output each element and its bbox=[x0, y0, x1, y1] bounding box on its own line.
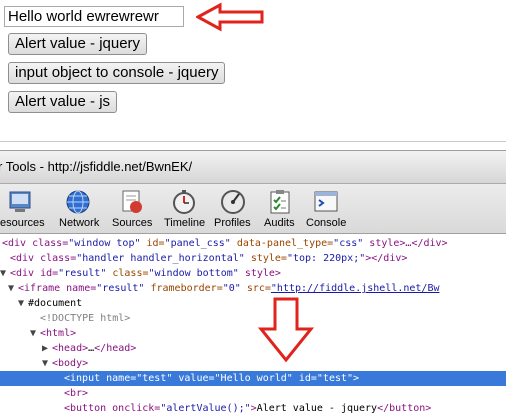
timeline-stopwatch-icon bbox=[173, 190, 195, 214]
attr-name: id= bbox=[292, 373, 317, 384]
attr-value: "result" bbox=[58, 268, 107, 279]
dom-node[interactable]: ▶ <head>…</head> bbox=[0, 341, 506, 356]
attr-name: data-panel_type= bbox=[230, 238, 334, 249]
tag-close: ></div> bbox=[365, 253, 408, 264]
tag-close: style>…</div> bbox=[363, 238, 448, 249]
network-globe-icon bbox=[66, 190, 90, 214]
collapse-triangle-icon[interactable]: ▼ bbox=[30, 326, 40, 341]
body-tag: <body> bbox=[52, 358, 89, 369]
audits-tab-label: Audits bbox=[264, 217, 295, 229]
input-object-console-jquery-button[interactable]: input object to console - jquery bbox=[8, 62, 226, 84]
test-text-input[interactable] bbox=[4, 6, 184, 27]
collapse-triangle-icon[interactable]: ▼ bbox=[18, 296, 28, 311]
attr-value: "Hello world" bbox=[214, 373, 293, 384]
devtools-toolbar: esources Network Sources Timeline Profil… bbox=[0, 184, 506, 234]
tag-close: > bbox=[353, 373, 360, 384]
dom-node[interactable]: ▼ <html> bbox=[0, 326, 506, 341]
collapse-triangle-icon[interactable]: ▼ bbox=[0, 266, 10, 281]
profiles-gauge-icon bbox=[221, 190, 245, 214]
dom-node[interactable]: ▼ <body> bbox=[0, 356, 506, 371]
button-text-node: Alert value - jquery bbox=[256, 403, 378, 414]
tag-close: style> bbox=[238, 268, 281, 279]
sources-icon bbox=[122, 190, 142, 213]
head-tag-close: </head> bbox=[94, 343, 137, 354]
resources-tab[interactable]: esources bbox=[0, 186, 46, 230]
dom-node[interactable]: <button onclick="alertValue();">Alert va… bbox=[0, 401, 506, 416]
alert-value-jquery-button[interactable]: Alert value - jquery bbox=[8, 33, 148, 55]
attr-value: "panel_css" bbox=[164, 238, 231, 249]
collapse-triangle-icon[interactable]: ▼ bbox=[8, 281, 18, 296]
dom-node[interactable]: <!DOCTYPE html> bbox=[0, 311, 506, 326]
attr-value: "window top" bbox=[68, 238, 141, 249]
iframe-src-link[interactable]: "http://fiddle.jshell.net/Bw bbox=[271, 283, 440, 294]
dom-node[interactable]: <br> bbox=[0, 386, 506, 401]
attr-value: "handler handler_horizontal" bbox=[76, 253, 245, 264]
attr-value: "window bottom" bbox=[148, 268, 239, 279]
attr-name: value= bbox=[172, 373, 215, 384]
sources-tab[interactable]: Sources bbox=[110, 186, 154, 230]
attr-value: "top: 220px;" bbox=[286, 253, 366, 264]
attr-value: "0" bbox=[222, 283, 241, 294]
console-tab-label: Console bbox=[306, 217, 347, 229]
head-tag-open: <head> bbox=[52, 343, 89, 354]
console-prompt-icon bbox=[314, 191, 338, 212]
timeline-tab-label: Timeline bbox=[164, 217, 206, 229]
attr-value: "alertValue();" bbox=[160, 403, 251, 414]
dom-node[interactable]: ▼ <div id="result" class="window bottom" … bbox=[0, 266, 506, 281]
network-tab[interactable]: Network bbox=[56, 186, 102, 230]
audits-tab[interactable]: Audits bbox=[262, 186, 298, 230]
red-left-arrow-icon bbox=[196, 2, 264, 32]
result-page: Alert value - jquery input object to con… bbox=[0, 0, 506, 150]
devtools-title: r Tools - http://jsfiddle.net/BwnEK/ bbox=[0, 159, 193, 174]
br-tag: <br> bbox=[64, 388, 89, 399]
doctype-node: <!DOCTYPE html> bbox=[40, 313, 131, 324]
resources-tab-label: esources bbox=[0, 217, 45, 229]
resources-icon bbox=[9, 191, 31, 212]
attr-name: class= bbox=[106, 268, 149, 279]
dom-node[interactable]: ▼ #document bbox=[0, 296, 506, 311]
attr-value: "css" bbox=[333, 238, 364, 249]
alert-value-js-button[interactable]: Alert value - js bbox=[8, 91, 118, 113]
expand-triangle-icon[interactable]: ▶ bbox=[42, 341, 52, 356]
dom-node[interactable]: <div class="window top" id="panel_css" d… bbox=[0, 236, 506, 251]
attr-name: style= bbox=[244, 253, 287, 264]
tag-open: <input name= bbox=[64, 373, 137, 384]
attr-value: "test" bbox=[316, 373, 354, 384]
profiles-tab[interactable]: Profiles bbox=[213, 186, 253, 230]
red-down-arrow-icon bbox=[258, 297, 314, 363]
network-tab-label: Network bbox=[59, 217, 100, 229]
tag-open: <div id= bbox=[10, 268, 59, 279]
attr-name: frameborder= bbox=[144, 283, 223, 294]
attr-value: "result" bbox=[96, 283, 145, 294]
audits-clipboard-icon bbox=[270, 190, 290, 214]
document-node: #document bbox=[28, 298, 83, 309]
profiles-tab-label: Profiles bbox=[214, 217, 251, 229]
tag-open: <button onclick= bbox=[64, 403, 161, 414]
tag-open: <iframe name= bbox=[18, 283, 97, 294]
attr-name: id= bbox=[140, 238, 165, 249]
tag-open: <div class= bbox=[10, 253, 77, 264]
dom-node[interactable]: ▼ <iframe name="result" frameborder="0" s… bbox=[0, 281, 506, 296]
sources-tab-label: Sources bbox=[112, 217, 153, 229]
dom-node[interactable]: <div class="handler handler_horizontal" … bbox=[0, 251, 506, 266]
dom-node-selected[interactable]: <input name="test" value="Hello world" i… bbox=[0, 371, 506, 386]
attr-value: "test" bbox=[136, 373, 173, 384]
devtools-title-bar[interactable]: r Tools - http://jsfiddle.net/BwnEK/ bbox=[0, 150, 506, 184]
timeline-tab[interactable]: Timeline bbox=[162, 186, 206, 230]
developer-tools-window: r Tools - http://jsfiddle.net/BwnEK/ eso… bbox=[0, 150, 506, 420]
collapse-triangle-icon[interactable]: ▼ bbox=[42, 356, 52, 371]
html-tag: <html> bbox=[40, 328, 77, 339]
tag-close: </button> bbox=[377, 403, 432, 414]
elements-dom-tree: <div class="window top" id="panel_css" d… bbox=[0, 234, 506, 420]
tag-open: <div class= bbox=[2, 238, 69, 249]
console-tab[interactable]: Console bbox=[304, 186, 348, 230]
attr-name: src= bbox=[240, 283, 271, 294]
divider bbox=[0, 141, 506, 142]
